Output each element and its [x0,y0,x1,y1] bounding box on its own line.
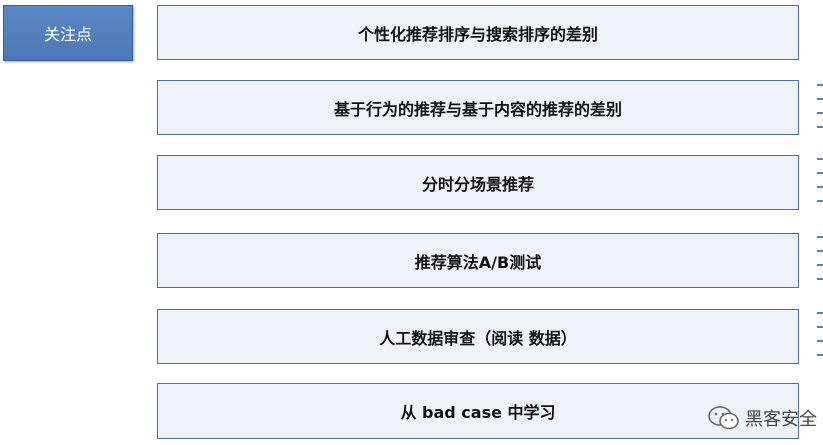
connector-dash [817,250,823,252]
focus-points-label: 关注点 [43,25,92,44]
watermark: 黑客安全 [707,405,817,431]
connector-dash [817,158,823,160]
list-item-label: 分时分场景推荐 [421,174,534,194]
connector-dash [817,112,823,114]
watermark-text: 黑客安全 [745,409,817,430]
focus-points-header: 关注点 [3,5,133,61]
connector-dash [817,264,823,266]
connector-dash [817,354,823,356]
list-item-3: 分时分场景推荐 [157,155,799,210]
list-item-label: 推荐算法A/B测试 [414,252,542,272]
connector-dash [817,278,823,280]
connector-dash [817,236,823,238]
connector-dash [817,98,823,100]
list-item-label: 人工数据审查（阅读 数据） [379,328,577,348]
list-item-label: 基于行为的推荐与基于内容的推荐的差别 [333,99,622,119]
list-item-label: 个性化推荐排序与搜索排序的差别 [357,24,598,44]
connector-dash [817,340,823,342]
list-item-1: 个性化推荐排序与搜索排序的差别 [157,5,799,60]
connector-dash [817,312,823,314]
list-item-6: 从 bad case 中学习 [157,383,799,439]
connector-dash [817,186,823,188]
list-item-label: 从 bad case 中学习 [400,403,556,422]
list-item-5: 人工数据审查（阅读 数据） [157,309,799,364]
list-item-2: 基于行为的推荐与基于内容的推荐的差别 [157,80,799,135]
connector-dash [817,326,823,328]
list-item-4: 推荐算法A/B测试 [157,233,799,288]
wechat-icon [708,406,739,430]
connector-dash [817,84,823,86]
connector-dash [817,126,823,128]
connector-dash [817,200,823,202]
connector-dash [817,172,823,174]
